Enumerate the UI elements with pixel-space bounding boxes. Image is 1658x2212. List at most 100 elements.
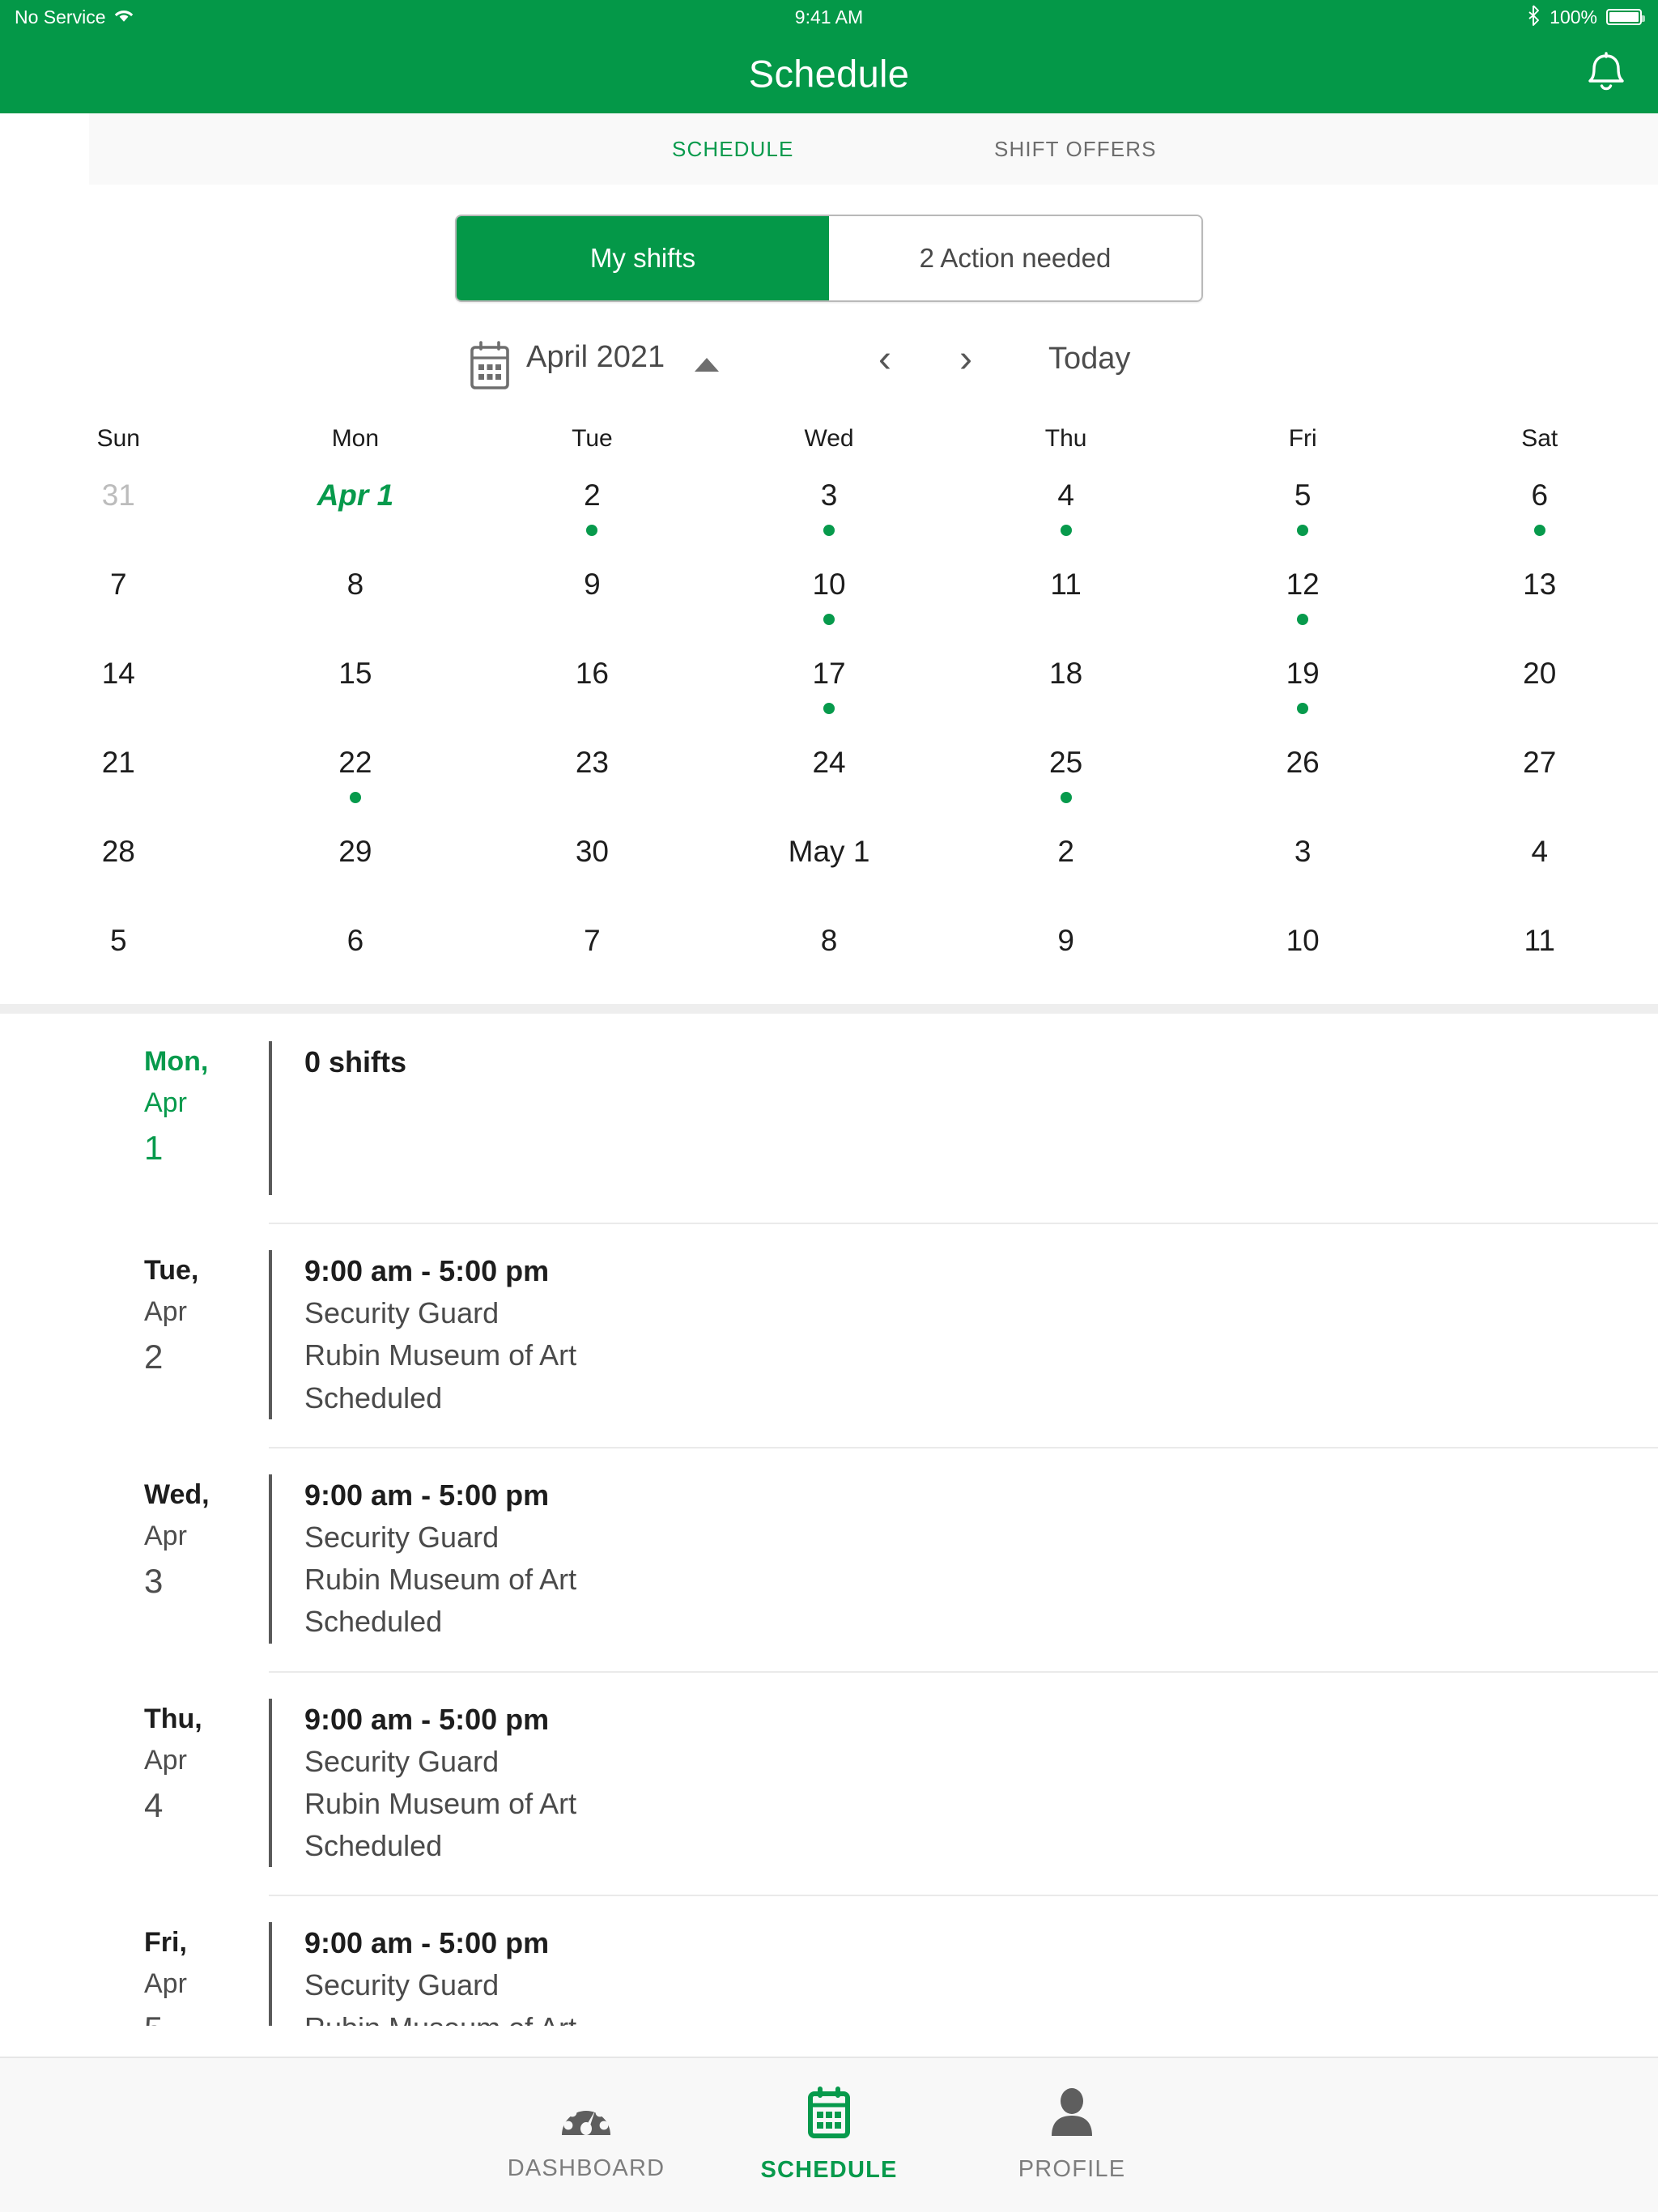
calendar-day-cell[interactable]: 8 xyxy=(711,919,948,1008)
calendar-day-cell[interactable]: 5 xyxy=(1184,474,1422,563)
calendar-weekday-fri: Fri xyxy=(1184,425,1422,474)
calendar-day-cell[interactable]: 13 xyxy=(1421,563,1658,652)
tab-schedule[interactable]: SCHEDULE xyxy=(672,137,793,162)
calendar-day-cell[interactable]: 29 xyxy=(237,830,474,919)
bottom-tab-schedule-label: SCHEDULE xyxy=(760,2157,897,2184)
calendar-day-cell[interactable]: 4 xyxy=(947,474,1184,563)
calendar-day-number: 21 xyxy=(102,747,135,777)
calendar-day-cell[interactable]: 11 xyxy=(947,563,1184,652)
calendar-day-cell[interactable]: 5 xyxy=(0,919,237,1008)
shift-row[interactable]: Fri,Apr59:00 am - 5:00 pmSecurity GuardR… xyxy=(0,1895,1658,2026)
calendar-day-cell[interactable]: 23 xyxy=(474,741,711,830)
calendar-day-cell[interactable]: 3 xyxy=(711,474,948,563)
segment-action-needed[interactable]: 2 Action needed xyxy=(829,216,1201,300)
calendar-day-cell[interactable]: May 1 xyxy=(711,830,948,919)
calendar-day-number: 16 xyxy=(576,658,609,688)
shift-empty-label: 0 shifts xyxy=(304,1041,1658,1083)
calendar-day-cell[interactable]: 7 xyxy=(474,919,711,1008)
calendar-day-cell[interactable]: 28 xyxy=(0,830,237,919)
calendar-day-number: 3 xyxy=(1295,836,1312,866)
calendar-day-cell[interactable]: 25 xyxy=(947,741,1184,830)
calendar-day-cell[interactable]: 6 xyxy=(237,919,474,1008)
bottom-tab-profile[interactable]: PROFILE xyxy=(950,2087,1193,2183)
calendar-day-number: 23 xyxy=(576,747,609,777)
calendar-day-number: 9 xyxy=(584,569,601,599)
calendar-day-cell[interactable]: 2 xyxy=(474,474,711,563)
calendar-day-cell[interactable]: 3 xyxy=(1184,830,1422,919)
bottom-tab-dashboard[interactable]: DASHBOARD xyxy=(465,2088,708,2182)
calendar-day-cell[interactable]: 2 xyxy=(947,830,1184,919)
calendar-day-number: 5 xyxy=(110,925,127,955)
bell-icon xyxy=(1584,48,1629,100)
calendar-day-number: 3 xyxy=(821,480,838,510)
caret-up-icon[interactable] xyxy=(695,358,719,372)
app-header: Schedule xyxy=(0,34,1658,113)
shifts-filter-group: My shifts 2 Action needed xyxy=(0,215,1658,302)
shift-list[interactable]: Mon,Apr10 shiftsTue,Apr29:00 am - 5:00 p… xyxy=(0,1014,1658,2026)
shift-indicator-dot xyxy=(823,525,835,536)
today-button[interactable]: Today xyxy=(1048,342,1130,376)
shift-row[interactable]: Tue,Apr29:00 am - 5:00 pmSecurity GuardR… xyxy=(0,1223,1658,1447)
segment-my-shifts[interactable]: My shifts xyxy=(457,216,829,300)
calendar-day-cell[interactable]: 19 xyxy=(1184,652,1422,741)
tab-shift-offers[interactable]: SHIFT OFFERS xyxy=(994,137,1157,162)
calendar-day-cell[interactable]: 8 xyxy=(237,563,474,652)
calendar-day-cell[interactable]: 11 xyxy=(1421,919,1658,1008)
calendar-day-cell[interactable]: 10 xyxy=(711,563,948,652)
shift-indicator-dot xyxy=(1061,792,1072,803)
chevron-right-icon[interactable]: › xyxy=(959,337,972,381)
calendar-day-cell[interactable]: 18 xyxy=(947,652,1184,741)
shift-location: Rubin Museum of Art xyxy=(304,1783,1658,1825)
calendar-day-number: 2 xyxy=(1057,836,1074,866)
calendar-day-cell[interactable]: 4 xyxy=(1421,830,1658,919)
calendar-day-cell[interactable]: 6 xyxy=(1421,474,1658,563)
calendar-day-cell[interactable]: 7 xyxy=(0,563,237,652)
calendar-day-cell[interactable]: 14 xyxy=(0,652,237,741)
calendar-day-number: 31 xyxy=(102,480,135,510)
calendar-day-number: 17 xyxy=(812,658,845,688)
calendar-day-cell[interactable]: 9 xyxy=(474,563,711,652)
notifications-button[interactable] xyxy=(1577,45,1635,103)
shift-month: Apr xyxy=(144,1963,269,2005)
bottom-tab-dashboard-label: DASHBOARD xyxy=(508,2155,665,2182)
calendar-weekday-label: Fri xyxy=(1289,425,1317,453)
calendar-day-cell[interactable]: 16 xyxy=(474,652,711,741)
calendar-day-cell[interactable]: Apr 1 xyxy=(237,474,474,563)
shift-time: 9:00 am - 5:00 pm xyxy=(304,1474,1658,1516)
shift-row[interactable]: Thu,Apr49:00 am - 5:00 pmSecurity GuardR… xyxy=(0,1671,1658,1895)
status-bar-right: 100% xyxy=(1528,5,1642,29)
calendar-day-cell[interactable]: 26 xyxy=(1184,741,1422,830)
shift-row[interactable]: Wed,Apr39:00 am - 5:00 pmSecurity GuardR… xyxy=(0,1447,1658,1671)
month-label[interactable]: April 2021 xyxy=(526,340,665,375)
calendar-day-cell[interactable]: 10 xyxy=(1184,919,1422,1008)
calendar-day-cell[interactable]: 17 xyxy=(711,652,948,741)
calendar-day-cell[interactable]: 24 xyxy=(711,741,948,830)
calendar-day-cell[interactable]: 9 xyxy=(947,919,1184,1008)
bottom-tab-schedule[interactable]: SCHEDULE xyxy=(708,2087,950,2184)
calendar-day-cell[interactable]: 15 xyxy=(237,652,474,741)
calendar-day-number: 11 xyxy=(1050,569,1081,599)
calendar-day-number: 13 xyxy=(1523,569,1556,599)
shift-details: 9:00 am - 5:00 pmSecurity GuardRubin Mus… xyxy=(269,1474,1658,1644)
calendar-day-cell[interactable]: 27 xyxy=(1421,741,1658,830)
shift-indicator-dot xyxy=(1297,703,1308,714)
shift-day-number: 3 xyxy=(144,1557,269,1606)
calendar-weekday-sat: Sat xyxy=(1421,425,1658,474)
calendar-day-cell[interactable]: 30 xyxy=(474,830,711,919)
section-tabs: SCHEDULE SHIFT OFFERS xyxy=(89,113,1658,185)
calendar-week-row: 31 Apr 12 3 4 5 6 xyxy=(0,474,1658,563)
calendar-day-cell[interactable]: 20 xyxy=(1421,652,1658,741)
calendar-day-cell[interactable]: 12 xyxy=(1184,563,1422,652)
shift-row[interactable]: Mon,Apr10 shifts xyxy=(0,1014,1658,1223)
calendar-week-row: 5 678 9 1011 xyxy=(0,919,1658,1008)
calendar-day-cell[interactable]: 21 xyxy=(0,741,237,830)
shift-date-column: Tue,Apr2 xyxy=(0,1250,269,1419)
calendar-day-number: 9 xyxy=(1057,925,1074,955)
calendar-day-number: 18 xyxy=(1049,658,1082,688)
shift-indicator-dot xyxy=(1061,525,1072,536)
calendar-day-number: 5 xyxy=(1295,480,1312,510)
shift-details: 9:00 am - 5:00 pmSecurity GuardRubin Mus… xyxy=(269,1922,1658,2026)
calendar-day-cell[interactable]: 22 xyxy=(237,741,474,830)
chevron-left-icon[interactable]: ‹ xyxy=(878,337,891,381)
calendar-day-cell[interactable]: 31 xyxy=(0,474,237,563)
